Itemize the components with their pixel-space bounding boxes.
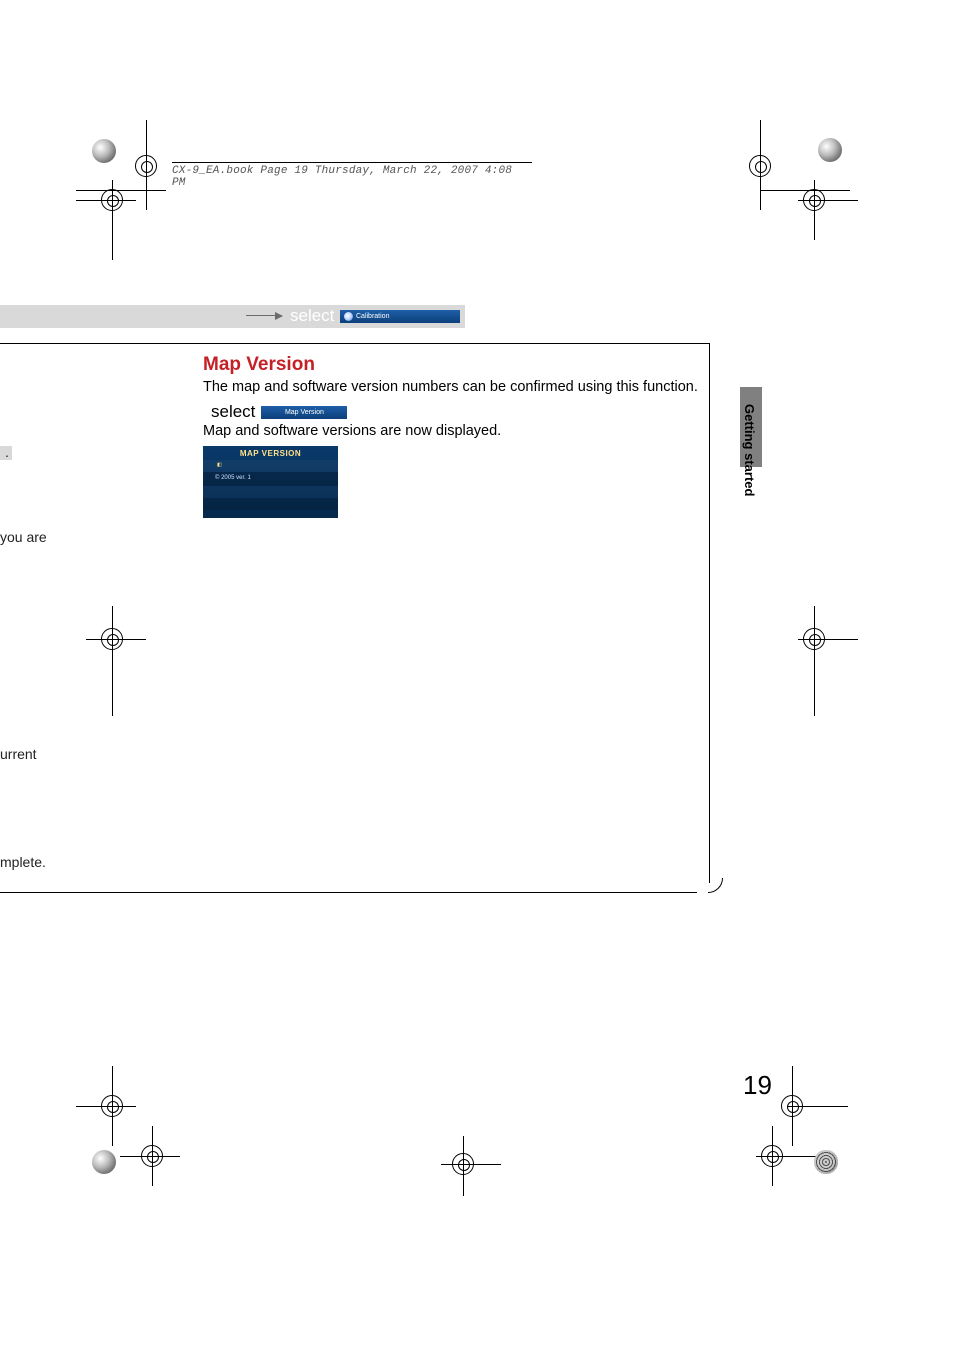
content-block: Map Version The map and software version… [203, 354, 763, 518]
screen-info-line: © 2005 ver. 1 [215, 475, 251, 481]
sphere-icon [92, 139, 116, 163]
select-label: select [203, 402, 255, 422]
arrow-right-icon [246, 315, 282, 316]
intro-text: The map and software version numbers can… [203, 378, 763, 396]
section-heading: Map Version [203, 354, 763, 376]
menu-chip-calibration: Calibration [340, 310, 460, 323]
peek-fragment [0, 446, 12, 460]
screen-map-version: MAP VERSION ◧ © 2005 ver. 1 [203, 446, 338, 518]
running-head: CX-9_EA.book Page 19 Thursday, March 22,… [172, 162, 532, 189]
home-circle-icon [344, 312, 353, 321]
select-label: select [290, 306, 334, 326]
peek-fragment: you are [0, 529, 47, 545]
sphere-icon [818, 138, 842, 162]
frame-line [0, 892, 697, 893]
frame-corner [693, 863, 723, 893]
peek-fragment: urrent [0, 746, 37, 762]
screen-title: MAP VERSION [203, 449, 338, 458]
side-section-label: Getting started [742, 404, 757, 496]
page-number: 19 [743, 1070, 772, 1101]
body-text: Map and software versions are now displa… [203, 422, 763, 440]
crop-mark-bottom-center [441, 1136, 501, 1196]
dvd-icon: ◧ [217, 462, 222, 468]
chip-text: Calibration [356, 313, 389, 320]
crop-mark-mid-left [86, 606, 146, 716]
menu-chip-map-version: Map Version [261, 406, 347, 419]
sphere-icon [92, 1150, 116, 1174]
select-row: select Map Version [203, 402, 763, 422]
crop-mark-top-left-inner [76, 180, 136, 260]
frame-line [0, 343, 710, 344]
crop-mark-bottom-left-lower [120, 1126, 180, 1186]
breadcrumb-band: select Calibration [0, 305, 465, 328]
crop-mark-bottom-right-lower [756, 1126, 816, 1186]
crop-mark-top-right-inner [798, 180, 858, 240]
peek-fragment: mplete. [0, 854, 46, 870]
crop-mark-mid-right [798, 606, 858, 716]
sphere-icon [814, 1150, 838, 1174]
